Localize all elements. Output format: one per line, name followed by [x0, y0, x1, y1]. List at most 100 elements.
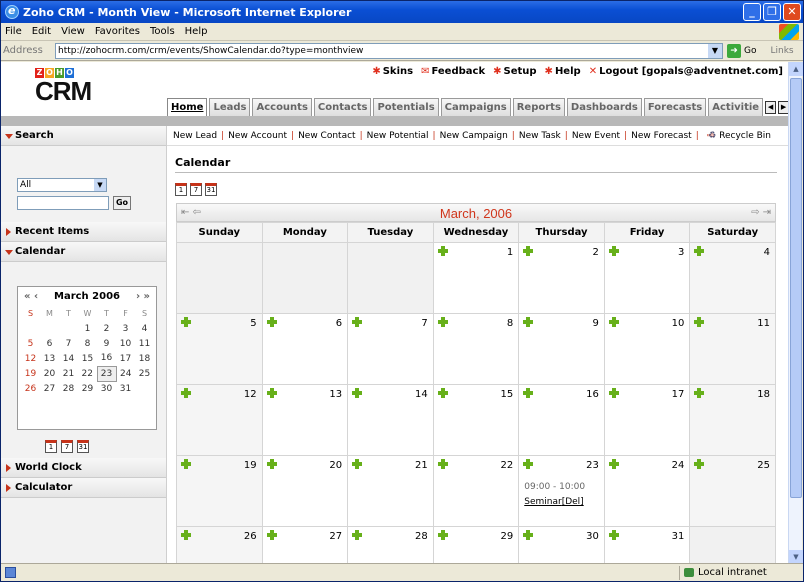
- tab-activitie[interactable]: Activitie: [708, 98, 764, 116]
- add-event-icon[interactable]: [694, 459, 705, 469]
- calendar-header[interactable]: Calendar: [1, 242, 166, 262]
- mini-day[interactable]: 27: [40, 381, 59, 396]
- day-cell[interactable]: 28: [347, 526, 434, 564]
- links-label[interactable]: Links: [770, 46, 793, 56]
- quick-new-potential[interactable]: New Potential: [367, 131, 429, 141]
- add-event-icon[interactable]: [352, 530, 363, 540]
- tab-campaigns[interactable]: Campaigns: [440, 98, 511, 116]
- day-cell[interactable]: 7: [347, 313, 434, 385]
- top-link-skins[interactable]: ✱ Skins: [372, 66, 413, 77]
- day-number[interactable]: 28: [415, 531, 428, 542]
- day-cell[interactable]: 29: [432, 526, 520, 564]
- add-event-icon[interactable]: [266, 388, 277, 398]
- day-number[interactable]: 7: [421, 318, 427, 329]
- event-link[interactable]: Seminar: [524, 497, 561, 507]
- day-cell[interactable]: 17: [603, 384, 691, 456]
- mini-day[interactable]: 31: [116, 381, 135, 396]
- mini-day[interactable]: 1: [78, 321, 97, 336]
- day-number[interactable]: 15: [501, 389, 514, 400]
- day-number[interactable]: 19: [244, 460, 257, 471]
- day-number[interactable]: 5: [250, 318, 256, 329]
- mini-day[interactable]: 4: [135, 321, 154, 336]
- day-cell[interactable]: 21: [347, 455, 434, 527]
- quick-new-account[interactable]: New Account: [228, 131, 287, 141]
- address-field[interactable]: http://zohocrm.com/crm/events/ShowCalend…: [55, 42, 723, 59]
- add-event-icon[interactable]: [523, 530, 534, 540]
- tab-home[interactable]: Home: [167, 98, 208, 116]
- add-event-icon[interactable]: [523, 388, 534, 398]
- add-event-icon[interactable]: [352, 317, 363, 327]
- tab-potentials[interactable]: Potentials: [373, 98, 439, 116]
- next-month-icon[interactable]: ⇨ ⇥: [751, 207, 771, 218]
- minimize-button[interactable]: _: [743, 3, 761, 21]
- tab-leads[interactable]: Leads: [209, 98, 251, 116]
- day-cell[interactable]: 8: [432, 313, 520, 385]
- week-view-icon[interactable]: 7: [61, 440, 73, 453]
- delete-event-link[interactable]: [Del]: [562, 497, 584, 507]
- add-event-icon[interactable]: [437, 317, 448, 327]
- mini-day[interactable]: 28: [59, 381, 78, 396]
- add-event-icon[interactable]: [523, 246, 534, 256]
- day-number[interactable]: 30: [586, 531, 599, 542]
- top-link-feedback[interactable]: ✉ Feedback: [421, 66, 485, 77]
- day-number[interactable]: 24: [672, 460, 685, 471]
- menu-tools[interactable]: Tools: [150, 26, 175, 37]
- search-module-select[interactable]: All ▼: [17, 178, 107, 192]
- day-number[interactable]: 3: [678, 247, 684, 258]
- day-cell[interactable]: 16: [518, 384, 605, 456]
- mini-day[interactable]: 20: [40, 366, 59, 381]
- add-event-icon[interactable]: [437, 530, 448, 540]
- mini-day[interactable]: 11: [135, 336, 154, 351]
- day-cell[interactable]: 10: [603, 313, 691, 385]
- search-header[interactable]: Search: [1, 126, 166, 146]
- add-event-icon[interactable]: [181, 530, 191, 540]
- mini-day[interactable]: 22: [78, 366, 97, 381]
- day-cell[interactable]: 12: [176, 384, 263, 456]
- menu-edit[interactable]: Edit: [32, 26, 51, 37]
- day-cell[interactable]: 14: [347, 384, 434, 456]
- day-number[interactable]: 25: [757, 460, 770, 471]
- add-event-icon[interactable]: [352, 388, 363, 398]
- mini-day[interactable]: 10: [116, 336, 135, 351]
- add-event-icon[interactable]: [523, 317, 534, 327]
- mini-day[interactable]: 16: [97, 351, 116, 366]
- mini-day[interactable]: 17: [116, 351, 135, 366]
- menu-file[interactable]: File: [5, 26, 22, 37]
- mini-day[interactable]: 2: [97, 321, 116, 336]
- mini-day[interactable]: 24: [116, 366, 135, 381]
- top-link-help[interactable]: ✱ Help: [545, 66, 581, 77]
- day-cell[interactable]: 24: [603, 455, 691, 527]
- month-view-icon[interactable]: 31: [77, 440, 89, 453]
- day-number[interactable]: 31: [672, 531, 685, 542]
- mini-day[interactable]: 14: [59, 351, 78, 366]
- day-cell[interactable]: 4: [689, 242, 776, 314]
- day-view-icon[interactable]: 1: [175, 183, 187, 196]
- mini-day[interactable]: 30: [97, 381, 116, 396]
- quick-new-contact[interactable]: New Contact: [298, 131, 356, 141]
- mini-day[interactable]: 18: [135, 351, 154, 366]
- menu-favorites[interactable]: Favorites: [95, 26, 140, 37]
- day-cell[interactable]: 15: [432, 384, 520, 456]
- day-number[interactable]: 6: [336, 318, 342, 329]
- add-event-icon[interactable]: [608, 246, 619, 256]
- mini-day[interactable]: 19: [21, 366, 40, 381]
- mini-day[interactable]: 26: [21, 381, 40, 396]
- day-cell[interactable]: 18: [689, 384, 776, 456]
- mini-day[interactable]: 9: [97, 336, 116, 351]
- day-number[interactable]: 18: [757, 389, 770, 400]
- day-number[interactable]: 20: [329, 460, 342, 471]
- add-event-icon[interactable]: [181, 317, 191, 327]
- add-event-icon[interactable]: [694, 388, 705, 398]
- day-cell[interactable]: 25: [689, 455, 776, 527]
- month-view-icon[interactable]: 31: [205, 183, 217, 196]
- day-cell[interactable]: 20: [261, 455, 349, 527]
- mini-day[interactable]: 7: [59, 336, 78, 351]
- day-number[interactable]: 21: [415, 460, 428, 471]
- restore-button[interactable]: ❐: [763, 3, 781, 21]
- recycle-bin-link[interactable]: ♻ Recycle Bin: [708, 126, 771, 146]
- mini-day[interactable]: 5: [21, 336, 40, 351]
- day-cell[interactable]: 5: [176, 313, 263, 385]
- add-event-icon[interactable]: [437, 246, 448, 256]
- mini-day[interactable]: 23: [96, 365, 117, 382]
- day-cell[interactable]: 23 09:00 - 10:00 Seminar[Del]: [518, 455, 605, 527]
